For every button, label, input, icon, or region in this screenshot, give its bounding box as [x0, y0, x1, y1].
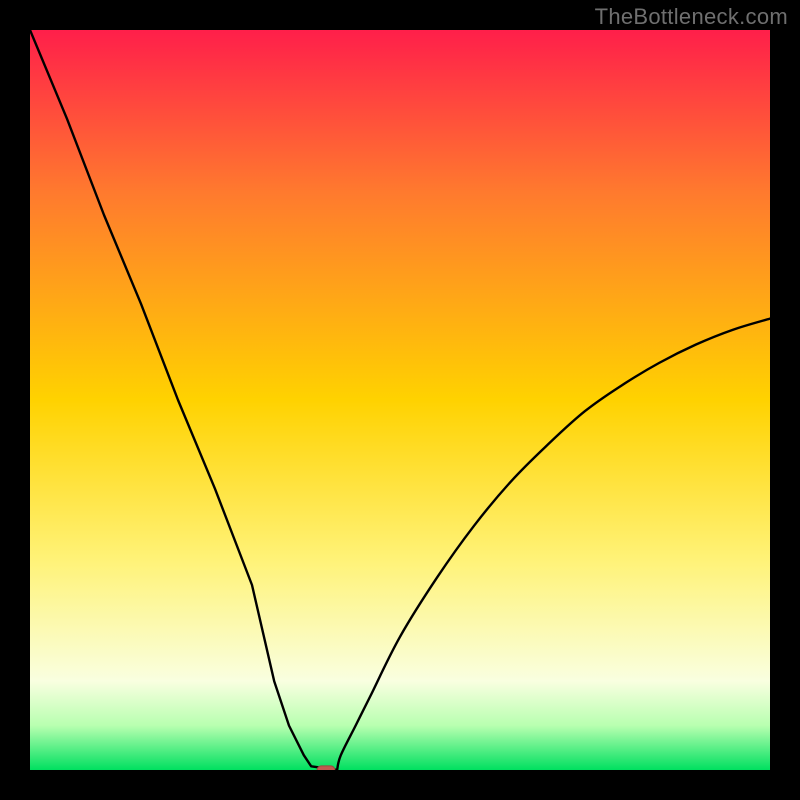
- watermark-text: TheBottleneck.com: [595, 4, 788, 30]
- optimal-marker: [317, 766, 335, 770]
- chart-frame: TheBottleneck.com: [0, 0, 800, 800]
- gradient-background: [30, 30, 770, 770]
- plot-area: [30, 30, 770, 770]
- bottleneck-chart: [30, 30, 770, 770]
